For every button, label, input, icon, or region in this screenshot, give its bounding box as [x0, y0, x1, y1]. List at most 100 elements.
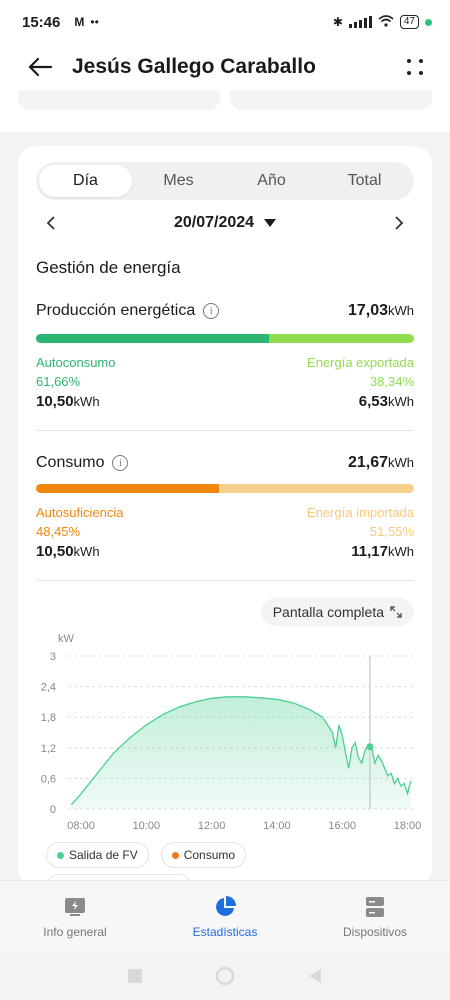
legend-consumption-label: Consumo — [183, 848, 236, 862]
self-sufficiency-value: 10,50kWh — [36, 543, 100, 560]
status-time: 15:46 — [22, 13, 61, 31]
self-consumption-amount: 10,50 — [36, 393, 74, 410]
consumption-bar-self — [36, 484, 220, 493]
nav-statistics[interactable]: Estadísticas — [150, 881, 300, 952]
consumption-total-unit: kWh — [388, 455, 414, 470]
info-icon[interactable]: i — [112, 455, 129, 471]
page-title: Jesús Gallego Caraballo — [72, 55, 316, 78]
pv-output-area — [71, 696, 411, 809]
previous-date-button[interactable] — [36, 208, 66, 238]
consumption-row: Consumo i 21,67kWh — [36, 454, 414, 472]
nav-info-general[interactable]: Info general — [0, 881, 150, 952]
devices-icon — [366, 896, 384, 917]
self-consumption-unit: kWh — [73, 394, 100, 409]
self-sufficiency-pct: 48,45% — [36, 524, 81, 539]
bottom-nav: Info general Estadísticas Dispositivos — [0, 880, 450, 952]
nav-label: Dispositivos — [342, 924, 408, 939]
legend-dot — [57, 851, 64, 859]
tab-day[interactable]: Día — [39, 165, 132, 197]
privacy-indicator-dot — [425, 18, 432, 26]
nav-devices[interactable]: Dispositivos — [300, 881, 450, 952]
imported-energy-pct: 51,55% — [369, 524, 414, 539]
production-total: 17,03kWh — [348, 302, 414, 320]
status-bar: 15:46 M •• ✱ 47 — [0, 0, 450, 44]
y-tick-label: 3 — [50, 651, 56, 663]
info-icon[interactable]: i — [203, 303, 220, 319]
consumption-label: Consumo i — [36, 454, 129, 472]
production-bar-export — [269, 334, 414, 343]
date-picker[interactable]: 20/07/2024 — [173, 214, 277, 232]
legend-pv-label: Salida de FV — [69, 848, 138, 862]
divider — [36, 580, 414, 581]
legend-dot — [171, 851, 179, 859]
cursor-point — [366, 743, 374, 751]
y-axis-unit: kW — [58, 633, 75, 645]
production-bar — [36, 334, 414, 343]
x-tick-label: 18:00 — [394, 820, 422, 832]
x-tick-label: 16:00 — [328, 820, 356, 832]
fullscreen-label: Pantalla completa — [272, 604, 384, 620]
self-sufficiency-amount: 10,50 — [36, 543, 74, 560]
recent-apps-button[interactable] — [127, 968, 143, 984]
chevron-right-icon — [395, 216, 404, 230]
x-tick-label: 12:00 — [198, 820, 226, 832]
battery-icon: 47 — [399, 15, 419, 29]
home-button[interactable] — [215, 966, 235, 986]
production-bar-self — [36, 334, 270, 343]
tab-year[interactable]: Año — [225, 165, 318, 197]
exported-energy-unit: kWh — [388, 394, 414, 409]
self-consumption-label: Autoconsumo — [36, 355, 116, 370]
overview-icon — [65, 897, 85, 916]
consumption-bar — [36, 484, 414, 493]
imported-energy-label: Energía importada — [307, 505, 414, 520]
exported-energy-amount: 6,53 — [358, 393, 388, 410]
next-date-button[interactable] — [384, 208, 414, 238]
x-tick-label: 08:00 — [67, 820, 95, 832]
exported-energy-pct: 38,34% — [369, 374, 414, 389]
back-button[interactable] — [20, 47, 60, 87]
summary-card-left[interactable] — [18, 90, 220, 110]
nav-label: Info general — [43, 924, 107, 939]
legend-pv-output[interactable]: Salida de FV — [46, 842, 149, 868]
chevron-left-icon — [46, 216, 55, 230]
fullscreen-button[interactable]: Pantalla completa — [260, 598, 414, 626]
y-tick-label: 1,8 — [41, 712, 56, 724]
signal-icon — [348, 16, 372, 28]
self-sufficiency-unit: kWh — [73, 544, 100, 559]
chart-legend: Salida de FV Consumo — [46, 842, 247, 868]
summary-card-right[interactable] — [230, 90, 432, 110]
imported-energy-value: 11,17kWh — [351, 543, 414, 560]
production-total-value: 17,03 — [347, 302, 388, 319]
imported-energy-unit: kWh — [388, 544, 414, 559]
legend-consumption[interactable]: Consumo — [160, 842, 247, 868]
more-options-button[interactable] — [400, 52, 430, 82]
y-tick-label: 1,2 — [41, 743, 56, 755]
wifi-icon — [378, 14, 394, 30]
tab-month[interactable]: Mes — [132, 165, 225, 197]
self-sufficiency-label: Autosuficiencia — [36, 505, 124, 520]
tab-total[interactable]: Total — [318, 165, 411, 197]
self-consumption-pct: 61,66% — [36, 374, 81, 389]
y-tick-label: 0 — [50, 804, 56, 816]
period-tabs: Día Mes Año Total — [36, 162, 414, 200]
more-notifications-icon: •• — [90, 15, 99, 29]
caret-down-icon — [264, 219, 277, 227]
pie-chart-icon — [216, 895, 236, 916]
production-total-unit: kWh — [388, 303, 414, 318]
y-tick-label: 0,6 — [41, 773, 56, 785]
self-consumption-value: 10,50kWh — [36, 393, 100, 410]
nav-label: Estadísticas — [192, 924, 258, 939]
status-icons: ✱ 47 — [332, 14, 432, 30]
date-navigator: 20/07/2024 — [36, 208, 414, 238]
y-tick-label: 2,4 — [41, 682, 56, 694]
date-label: 20/07/2024 — [173, 214, 255, 231]
power-chart[interactable]: kW 0 0,6 1,2 1,8 2,4 3 08:00 10:00 12:00 14:00 16:0… — [18, 626, 432, 846]
system-back-button[interactable] — [307, 968, 323, 984]
x-tick-label: 14:00 — [263, 820, 291, 832]
bluetooth-icon: ✱ — [332, 15, 343, 29]
consumption-bar-import — [219, 484, 414, 493]
previous-cards-strip — [0, 90, 450, 132]
gmail-notification-icon: M — [74, 15, 85, 29]
consumption-label-text: Consumo — [36, 454, 105, 471]
section-title: Gestión de energía — [36, 258, 181, 277]
